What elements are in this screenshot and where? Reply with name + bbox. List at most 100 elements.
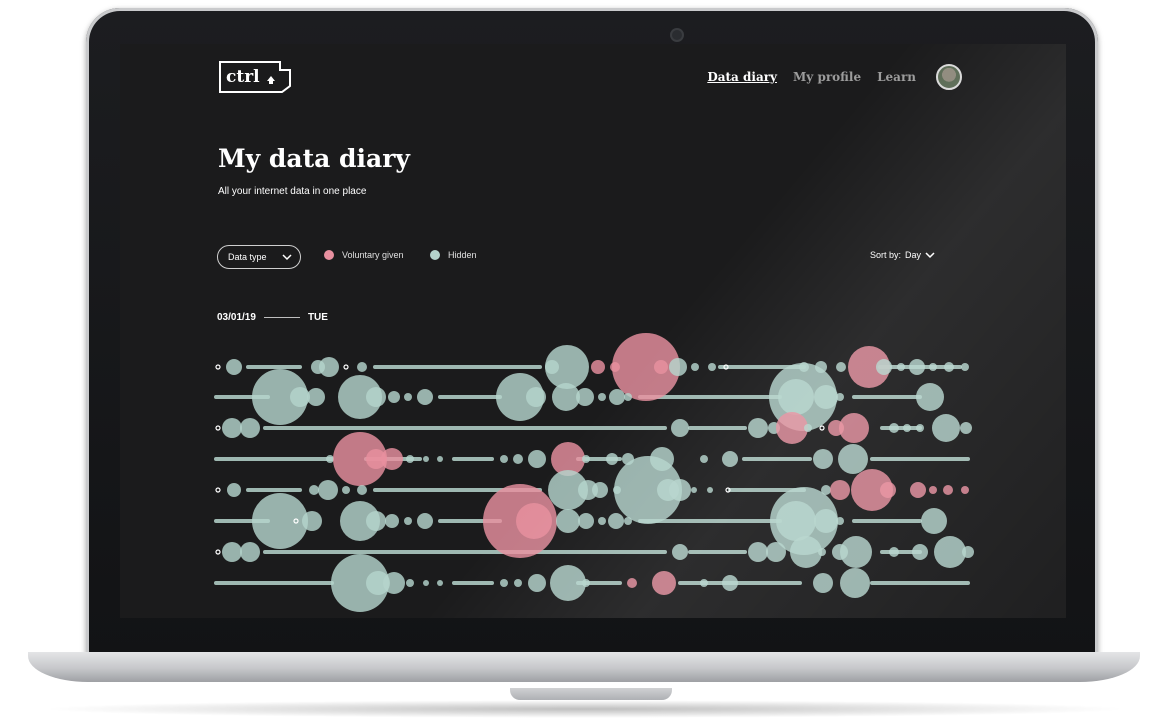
data-bubble-hidden	[514, 579, 522, 587]
data-bubble-hidden	[252, 493, 308, 549]
data-bubble-hidden	[840, 568, 870, 598]
data-bubble-hidden	[836, 362, 846, 372]
data-bubble-hidden	[406, 579, 414, 587]
data-bubble-voluntary	[776, 412, 808, 444]
data-bubble-hidden	[889, 547, 899, 557]
data-bubble-hidden	[545, 360, 559, 374]
data-bubble-hidden	[309, 485, 319, 495]
data-bubble-hidden	[366, 511, 386, 531]
data-bubble-voluntary	[961, 486, 969, 494]
data-bubble-hidden	[929, 363, 937, 371]
data-bubble-hidden	[876, 359, 892, 375]
data-bubble-hidden	[226, 359, 242, 375]
data-point-ring	[215, 425, 221, 431]
data-bubble-hidden	[606, 453, 618, 465]
data-bubble-hidden	[388, 391, 400, 403]
data-bubble-hidden	[222, 542, 242, 562]
data-bubble-hidden	[404, 517, 412, 525]
data-bubble-hidden	[500, 455, 508, 463]
data-bubble-hidden	[608, 513, 624, 529]
data-bubble-voluntary	[627, 578, 637, 588]
data-bubble-hidden	[790, 536, 822, 568]
data-bubble-hidden	[961, 363, 969, 371]
data-bubble-hidden	[406, 455, 414, 463]
data-bubble-hidden	[932, 414, 960, 442]
data-bubble-hidden	[708, 363, 716, 371]
data-bubble-hidden	[437, 456, 443, 462]
data-bubble-hidden	[960, 422, 972, 434]
data-bubble-hidden	[748, 418, 768, 438]
data-bubble-hidden	[385, 514, 399, 528]
data-bubble-hidden	[302, 511, 322, 531]
data-bubble-hidden	[921, 508, 947, 534]
data-bubble-voluntary	[839, 413, 869, 443]
data-bubble-hidden	[722, 451, 738, 467]
data-bubble-hidden	[818, 548, 826, 556]
data-bubble-hidden	[814, 385, 838, 409]
data-bubble-hidden	[307, 388, 325, 406]
data-bubble-hidden	[528, 574, 546, 592]
data-bubble-hidden	[700, 455, 708, 463]
data-bubble-hidden	[814, 509, 838, 533]
data-bubble-hidden	[722, 575, 738, 591]
data-bubble-hidden	[240, 418, 260, 438]
data-bubble-hidden	[700, 579, 708, 587]
data-bubble-hidden	[962, 546, 974, 558]
data-bubble-hidden	[671, 419, 689, 437]
data-bubble-hidden	[383, 572, 405, 594]
data-bubble-hidden	[582, 455, 590, 463]
data-bubble-hidden	[423, 456, 429, 462]
data-point-ring	[819, 425, 825, 431]
data-bubble-hidden	[326, 455, 334, 463]
screen: ctrl Data diary My profile Learn My data…	[120, 44, 1066, 618]
data-bubble-hidden	[598, 517, 606, 525]
data-bubble-hidden	[707, 487, 713, 493]
data-bubble-hidden	[897, 363, 905, 371]
data-point-ring	[215, 487, 221, 493]
data-bubble-hidden	[813, 449, 833, 469]
data-bubble-hidden	[944, 362, 954, 372]
data-point-ring	[215, 364, 221, 370]
data-point-ring	[215, 549, 221, 555]
data-bubble-hidden	[903, 424, 911, 432]
laptop-notch	[510, 688, 672, 700]
data-point-ring	[343, 364, 349, 370]
data-bubble-hidden	[342, 486, 350, 494]
data-bubble-voluntary	[929, 486, 937, 494]
data-bubble-hidden	[672, 544, 688, 560]
data-bubble-hidden	[609, 389, 625, 405]
data-bubble-hidden	[778, 379, 814, 415]
data-bubble-hidden	[582, 579, 590, 587]
data-bubble-hidden	[624, 393, 632, 401]
data-bubble-voluntary	[516, 503, 552, 539]
data-bubble-hidden	[227, 483, 241, 497]
data-bubble-hidden	[417, 389, 433, 405]
data-bubble-hidden	[934, 536, 966, 568]
data-bubble-hidden	[556, 509, 580, 533]
data-bubble-hidden	[766, 542, 786, 562]
data-bubble-hidden	[691, 487, 697, 493]
laptop-shadow	[40, 700, 1130, 718]
data-bubble-hidden	[437, 580, 443, 586]
data-bubble-hidden	[500, 579, 508, 587]
data-bubble-hidden	[222, 418, 242, 438]
data-bubble-hidden	[319, 357, 339, 377]
data-bubble-hidden	[357, 362, 367, 372]
data-bubble-hidden	[916, 424, 924, 432]
data-bubble-hidden	[838, 444, 868, 474]
data-bubble-hidden	[840, 536, 872, 568]
data-bubble-hidden	[357, 485, 367, 495]
data-bubble-hidden	[526, 387, 546, 407]
data-bubble-hidden	[404, 393, 412, 401]
laptop-base	[28, 652, 1140, 682]
data-bubble-hidden	[748, 542, 768, 562]
data-bubble-hidden	[624, 517, 632, 525]
data-bubble-hidden	[836, 517, 844, 525]
data-bubble-voluntary	[880, 482, 896, 498]
data-bubble-hidden	[592, 482, 608, 498]
data-bubble-hidden	[528, 450, 546, 468]
data-bubble-hidden	[552, 383, 580, 411]
data-bubble-hidden	[513, 454, 523, 464]
data-bubble-hidden	[813, 573, 833, 593]
data-bubble-hidden	[916, 383, 944, 411]
